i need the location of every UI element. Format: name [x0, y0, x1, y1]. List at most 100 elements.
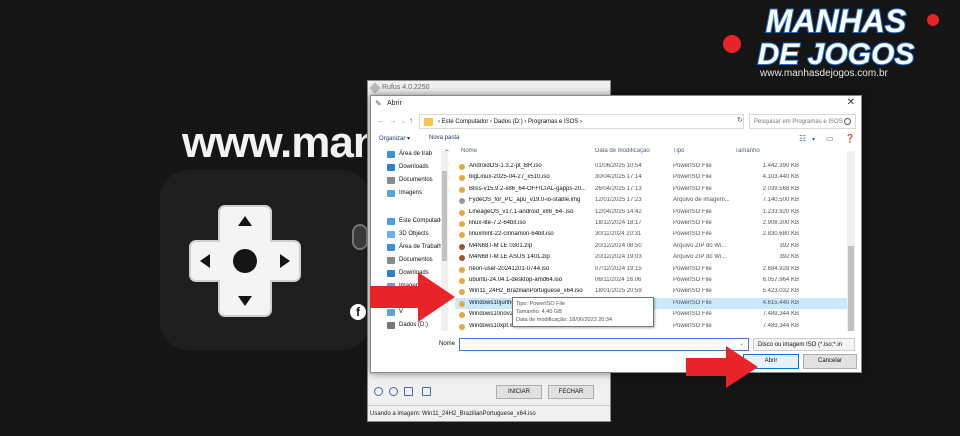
file-row[interactable]: ubuntu-24.04.1-desktop-amd64.iso 06/11/20…: [455, 275, 849, 286]
file-size: 392 KB: [779, 242, 799, 249]
file-row[interactable]: LineageOS_v17.1-android_x86_64-.iso 12/04…: [455, 207, 849, 218]
start-button[interactable]: INICIAR: [496, 385, 542, 399]
file-date: 18/12/2024 18:17: [595, 220, 642, 226]
file-name: LineageOS_v17.1-android_x86_64-.iso: [469, 208, 574, 215]
file-row[interactable]: Bliss-v15.9.2-x86_64-OFFICIAL-gapps-20..…: [455, 184, 849, 195]
file-type: PowerISO File: [673, 265, 712, 272]
drive-icon: [387, 322, 395, 329]
file-date: 20/12/2024 19:03: [595, 254, 642, 261]
cancel-button[interactable]: Cancelar: [803, 354, 857, 369]
search-icon: [844, 118, 851, 125]
tooltip-date: Data de modificação: 18/06/2023 20:34: [516, 317, 613, 323]
view-options-icon[interactable]: ☷: [799, 134, 806, 143]
file-type-select[interactable]: Disco ou imagem ISO (*.iso;*.in: [753, 338, 855, 351]
forward-arrow-icon[interactable]: →: [389, 116, 397, 125]
file-date: 12/01/2025 17:23: [595, 197, 642, 204]
new-folder-button[interactable]: Nova pasta: [429, 135, 459, 141]
sidebar-item[interactable]: ESD-ISO (E:): [379, 332, 451, 334]
file-row[interactable]: neon-user-20241201-0744.iso 07/12/2024 19…: [455, 264, 849, 275]
refresh-icon[interactable]: ↻: [737, 116, 743, 124]
file-row[interactable]: M4N68T-M LE ASUS 1401.zip 20/12/2024 19:0…: [455, 252, 849, 263]
file-icon: [459, 312, 465, 319]
sidebar-item-label: Documentos: [399, 257, 433, 263]
close-icon[interactable]: ✕: [847, 97, 855, 108]
column-header-date[interactable]: Data de modificação: [595, 148, 650, 159]
logo-url: www.manhasdejogos.com.br: [760, 68, 888, 79]
file-name: linuxmint-22-cinnamon-64bit.iso: [469, 231, 554, 238]
file-date: 26/04/2025 17:13: [595, 185, 642, 192]
file-size: 7.489.344 KB: [762, 311, 799, 318]
open-file-dialog: ✎ Abrir ✕ ← → ⌄ ↑ › Este Computador › Da…: [370, 95, 862, 373]
up-arrow-icon[interactable]: ↑: [409, 116, 413, 125]
file-size: 2.908.300 KB: [762, 220, 799, 226]
settings-icon[interactable]: [404, 387, 413, 396]
file-list-scrollbar[interactable]: [847, 151, 855, 331]
file-row[interactable]: AndroidOS-1.3.2-pt_BR.iso 01/06/2025 10:5…: [455, 161, 849, 172]
file-type: Arquivo de imagem...: [673, 197, 730, 204]
file-type: PowerISO File: [673, 299, 712, 306]
column-header-name[interactable]: Nome: [461, 148, 477, 159]
file-row[interactable]: FydeOS_for_PC_apu_v19.0-io-stable.img 12/…: [455, 195, 849, 206]
file-type: PowerISO File: [673, 185, 712, 192]
file-type: PowerISO File: [673, 288, 712, 295]
help-icon[interactable]: ❓: [845, 134, 855, 143]
sidebar-item-label: Área de Trabalh: [399, 244, 442, 250]
preview-pane-icon[interactable]: ▭: [826, 134, 834, 143]
logo-line1: MANHAS: [766, 3, 907, 39]
breadcrumb: › Este Computador › Dados (D:) › Program…: [438, 119, 583, 125]
file-size: 4.103.440 KB: [762, 174, 799, 181]
sidebar-item-label: Dados (D:): [399, 322, 429, 328]
view-chevron-icon[interactable]: ▾: [812, 136, 815, 143]
folder-icon: [424, 118, 433, 126]
file-name: AndroidOS-1.3.2-pt_BR.iso: [469, 163, 542, 169]
globe-icon[interactable]: [374, 387, 383, 396]
file-icon: [459, 266, 465, 273]
rufus-status-bar: Usando a imagem: Win11_24H2_BrazilianPor…: [368, 405, 610, 421]
file-name: neon-user-20241201-0744.iso: [469, 265, 550, 272]
file-list-scroll-thumb[interactable]: [848, 246, 854, 331]
tooltip-size: Tamanho: 4,40 GB: [516, 309, 562, 315]
column-header-size[interactable]: Tamanho: [735, 148, 760, 159]
computer-icon: [387, 218, 395, 225]
logo-line2: DE JOGOS: [758, 38, 915, 71]
image-icon: [387, 190, 395, 197]
screen: www.man f MANHAS DE JOGOS www.manhasdejo…: [0, 0, 960, 436]
sidebar-item-label: 3D Objects: [399, 231, 429, 237]
file-icon: [459, 164, 465, 170]
log-icon[interactable]: [422, 387, 431, 396]
info-icon[interactable]: [389, 387, 398, 396]
dialog-title: Abrir: [387, 100, 402, 107]
file-row[interactable]: bigLinux-2025-04-27_x510.iso 30/04/2025 1…: [455, 172, 849, 183]
address-bar[interactable]: › Este Computador › Dados (D:) › Program…: [419, 114, 744, 129]
file-size: 2.684.928 KB: [762, 265, 799, 272]
blank-icon: [387, 203, 395, 210]
file-icon: [459, 232, 465, 239]
column-header-type[interactable]: Tipo: [673, 148, 684, 159]
file-type: PowerISO File: [673, 277, 712, 283]
search-input[interactable]: Pesquisar em Programas e ISOS: [749, 114, 856, 129]
close-button[interactable]: FECHAR: [548, 385, 594, 399]
file-size: 6.057.964 KB: [762, 277, 799, 283]
rufus-title-text: Rufus 4.0.2250: [382, 84, 430, 91]
file-size: 4.615.440 KB: [762, 299, 799, 306]
dialog-button-row: Abrir Cancelar: [371, 354, 861, 370]
file-size: 1.442.390 KB: [762, 163, 799, 169]
rufus-app-icon: [369, 82, 381, 94]
recent-chevron-icon[interactable]: ⌄: [401, 118, 406, 125]
file-icon: [459, 243, 465, 250]
organize-menu[interactable]: Organizar ▾: [379, 135, 410, 142]
file-row[interactable]: M4N68T-M LE 0301.zip 20/12/2024 08:50 Arqu…: [455, 241, 849, 252]
file-size: 2.830.680 KB: [762, 231, 799, 238]
file-row[interactable]: Winux7-V1.20-cinnamon-64bit.isoPowerISO …: [455, 332, 849, 334]
back-arrow-icon[interactable]: ←: [377, 116, 385, 125]
file-type: PowerISO File: [673, 311, 712, 318]
file-type: PowerISO File: [673, 231, 712, 238]
file-size: 392 KB: [779, 254, 799, 261]
sidebar-scroll-thumb[interactable]: [442, 171, 447, 261]
file-date: 01/06/2025 10:54: [595, 163, 642, 169]
file-row[interactable]: linux-lite-7.2-64bit.iso 18/12/2024 18:17…: [455, 218, 849, 229]
file-row[interactable]: linuxmint-22-cinnamon-64bit.iso 30/11/202…: [455, 229, 849, 240]
file-name: Bliss-v15.9.2-x86_64-OFFICIAL-gapps-20..…: [469, 185, 587, 192]
file-tooltip: Tipo: PowerISO File Tamanho: 4,40 GB Dat…: [512, 297, 654, 327]
file-date: 06/11/2024 16:06: [595, 277, 642, 283]
